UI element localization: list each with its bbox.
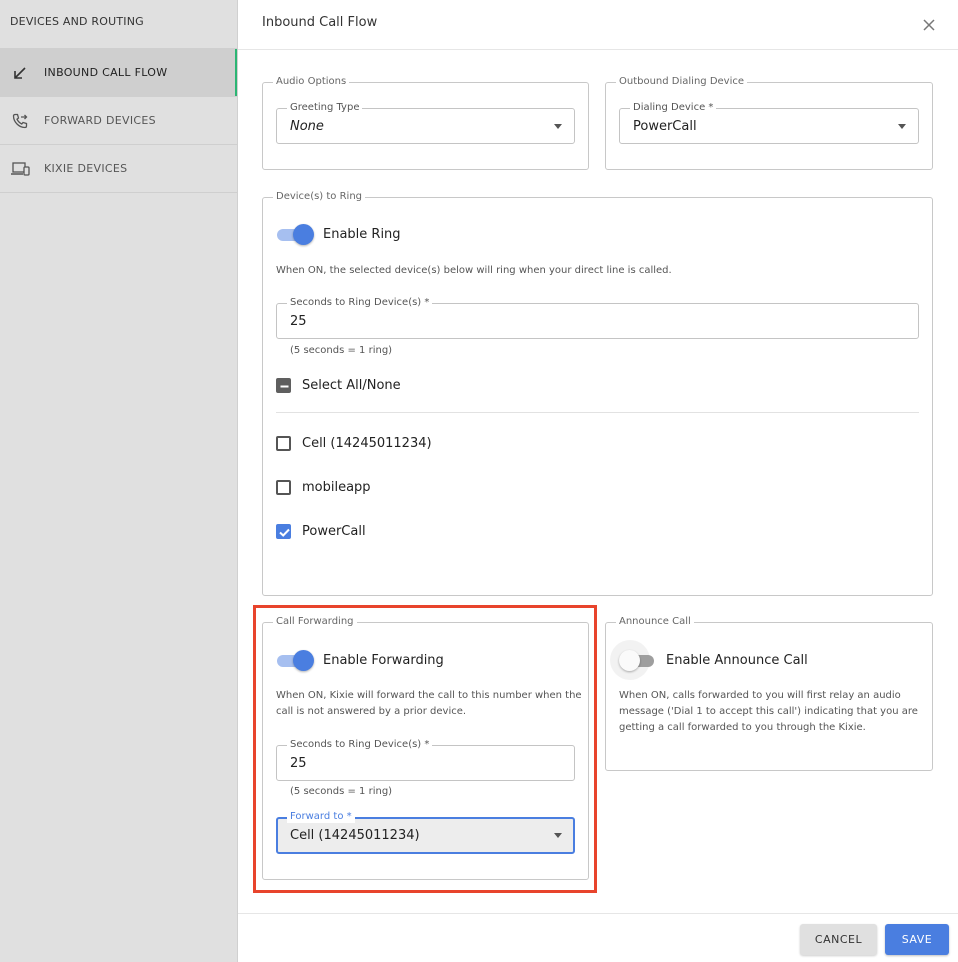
device-checkbox-mobileapp[interactable]: mobileapp xyxy=(276,480,371,495)
sidebar-item-label: FORWARD DEVICES xyxy=(44,114,156,127)
devices-to-ring-section: Device(s) to Ring Enable Ring When ON, t… xyxy=(262,191,933,596)
ring-seconds-label: Seconds to Ring Device(s) * xyxy=(287,297,433,309)
checkbox-icon xyxy=(276,436,291,451)
checked-checkbox-icon xyxy=(276,524,291,539)
highlight-box xyxy=(253,605,597,893)
page-header: Inbound Call Flow xyxy=(238,0,958,50)
outbound-dialing-section: Outbound Dialing Device Dialing Device *… xyxy=(605,76,933,170)
audio-options-legend: Audio Options xyxy=(273,76,350,88)
sidebar-item-forward-devices[interactable]: FORWARD DEVICES xyxy=(0,97,237,145)
device-label: Cell (14245011234) xyxy=(302,436,432,451)
enable-announce-call-label: Enable Announce Call xyxy=(666,653,808,668)
announce-call-section: Announce Call Enable Announce Call When … xyxy=(605,616,933,771)
announce-description-line2: message ('Dial 1 to accept this call') i… xyxy=(619,706,918,717)
sidebar-item-label: KIXIE DEVICES xyxy=(44,162,128,175)
close-button[interactable] xyxy=(922,18,936,32)
chevron-down-icon xyxy=(554,124,562,129)
outbound-dialing-legend: Outbound Dialing Device xyxy=(616,76,748,88)
sidebar-item-label: INBOUND CALL FLOW xyxy=(44,66,168,79)
sidebar-item-kixie-devices[interactable]: KIXIE DEVICES xyxy=(0,145,237,193)
device-checkbox-powercall[interactable]: PowerCall xyxy=(276,524,366,539)
greeting-type-label: Greeting Type xyxy=(287,102,363,114)
phone-forward-icon xyxy=(10,111,30,131)
ring-seconds-helper: (5 seconds = 1 ring) xyxy=(290,345,393,356)
devices-to-ring-legend: Device(s) to Ring xyxy=(273,191,366,203)
arrow-down-left-icon xyxy=(10,63,30,83)
device-label: mobileapp xyxy=(302,480,371,495)
sidebar-item-inbound-call-flow[interactable]: INBOUND CALL FLOW xyxy=(0,49,237,97)
cancel-button[interactable]: CANCEL xyxy=(800,924,877,955)
chevron-down-icon xyxy=(898,124,906,129)
enable-ring-label: Enable Ring xyxy=(323,227,401,242)
dialing-device-label: Dialing Device * xyxy=(630,102,717,114)
sidebar: DEVICES AND ROUTING INBOUND CALL FLOW FO… xyxy=(0,0,238,962)
greeting-type-select[interactable]: Greeting Type None xyxy=(276,102,575,144)
greeting-type-value: None xyxy=(290,119,324,134)
device-checkbox-cell[interactable]: Cell (14245011234) xyxy=(276,436,432,451)
select-all-label: Select All/None xyxy=(302,378,401,393)
enable-ring-description: When ON, the selected device(s) below wi… xyxy=(276,265,672,276)
devices-icon xyxy=(10,159,30,179)
device-label: PowerCall xyxy=(302,524,366,539)
select-all-checkbox[interactable]: Select All/None xyxy=(276,378,401,393)
save-button[interactable]: SAVE xyxy=(885,924,949,955)
close-icon xyxy=(923,19,935,31)
ring-seconds-input[interactable]: Seconds to Ring Device(s) * 25 xyxy=(276,297,919,339)
dialing-device-select[interactable]: Dialing Device * PowerCall xyxy=(619,102,919,144)
audio-options-section: Audio Options Greeting Type None xyxy=(262,76,589,170)
announce-description-line3: getting a call forwarded to you through … xyxy=(619,722,866,733)
announce-call-legend: Announce Call xyxy=(616,616,694,628)
footer: CANCEL SAVE xyxy=(238,913,958,962)
dialing-device-value: PowerCall xyxy=(633,119,697,134)
page-title: Inbound Call Flow xyxy=(262,15,378,30)
checkbox-icon xyxy=(276,480,291,495)
enable-announce-call-toggle[interactable] xyxy=(610,640,657,680)
announce-description-line1: When ON, calls forwarded to you will fir… xyxy=(619,690,901,701)
divider xyxy=(276,412,919,413)
ring-seconds-value: 25 xyxy=(290,314,307,329)
enable-ring-toggle[interactable] xyxy=(276,223,314,245)
main-panel: Inbound Call Flow Audio Options Greeting… xyxy=(238,0,958,962)
indeterminate-checkbox-icon xyxy=(276,378,291,393)
sidebar-header: DEVICES AND ROUTING xyxy=(0,0,237,49)
